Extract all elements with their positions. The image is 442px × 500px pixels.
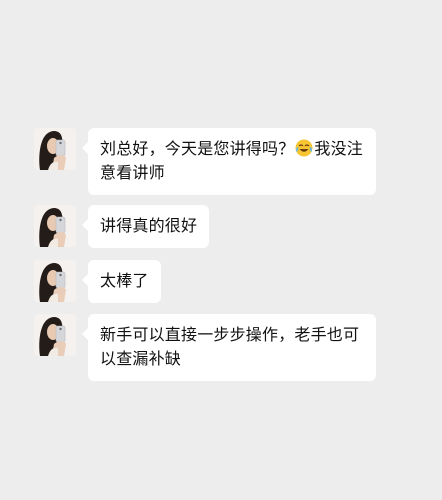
message-bubble[interactable]: 刘总好，今天是您讲得吗？ 我没注意看讲师 (82, 128, 376, 195)
message-text: 新手可以直接一步步操作，老手也可以查漏补缺 (100, 325, 360, 368)
avatar[interactable] (34, 260, 76, 302)
laugh-cry-emoji-icon (295, 139, 313, 157)
message-bubble[interactable]: 新手可以直接一步步操作，老手也可以查漏补缺 (82, 314, 376, 381)
avatar[interactable] (34, 205, 76, 247)
avatar-photo (34, 314, 76, 356)
message-text: 刘总好，今天是您讲得吗？ (100, 139, 295, 158)
chat-message: 讲得真的很好 (34, 205, 210, 248)
chat-message: 新手可以直接一步步操作，老手也可以查漏补缺 (34, 314, 376, 381)
avatar-photo (34, 260, 76, 302)
chat-message: 刘总好，今天是您讲得吗？ 我没注意看讲师 (34, 128, 376, 195)
message-bubble[interactable]: 太棒了 (82, 260, 161, 303)
message-text: 太棒了 (100, 271, 149, 290)
avatar[interactable] (34, 314, 76, 356)
avatar-photo (34, 128, 76, 170)
chat-conversation: 刘总好，今天是您讲得吗？ 我没注意看讲师 讲得真的很好 太棒了 新手可以直接一步… (0, 0, 442, 500)
avatar[interactable] (34, 128, 76, 170)
message-text: 讲得真的很好 (100, 216, 198, 235)
message-bubble[interactable]: 讲得真的很好 (81, 205, 210, 248)
avatar-photo (34, 205, 76, 247)
chat-message: 太棒了 (34, 260, 161, 303)
